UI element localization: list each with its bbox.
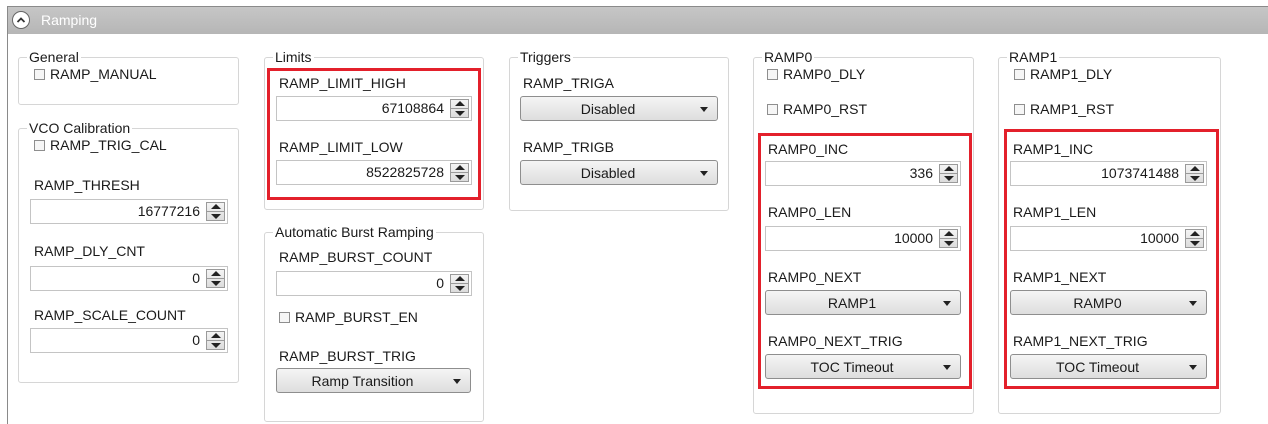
ramp1-rst-label: RAMP1_RST [1030,101,1115,117]
ramp-trig-cal-checkbox[interactable]: RAMP_TRIG_CAL [34,137,167,153]
panel-header: Ramping [8,7,1268,34]
ramp-dly-cnt-label: RAMP_DLY_CNT [34,243,145,259]
ramp0-dly-checkbox[interactable]: RAMP0_DLY [767,66,865,82]
checkbox-box[interactable] [767,68,778,80]
ramp-scale-count-value: 0 [192,332,200,348]
ramp-triga-label: RAMP_TRIGA [523,75,615,91]
ramp-burst-count-label: RAMP_BURST_COUNT [279,249,433,265]
chevron-down-icon [453,379,461,384]
ramp-burst-en-checkbox[interactable]: RAMP_BURST_EN [279,309,418,325]
highlight-box-limits [267,68,481,200]
ramp-thresh-value: 16777216 [137,203,200,219]
spin-arrows-icon[interactable] [450,274,469,293]
chevron-down-icon [700,171,708,176]
checkbox-box[interactable] [279,311,290,323]
spin-arrows-icon[interactable] [206,331,225,350]
ramp1-legend: RAMP1 [1009,49,1058,65]
ramp0-dly-label: RAMP0_DLY [783,66,866,82]
ramp-manual-label: RAMP_MANUAL [50,66,157,82]
ramp-trigb-label: RAMP_TRIGB [523,139,615,155]
ramp-dly-cnt-value: 0 [192,270,200,286]
vco-calibration-legend: VCO Calibration [29,120,131,136]
ramp-trigb-value: Disabled [580,165,636,181]
ramp0-rst-label: RAMP0_RST [783,101,868,117]
checkbox-box[interactable] [1014,68,1025,80]
ramp0-legend: RAMP0 [764,49,813,65]
spin-arrows-icon[interactable] [206,269,225,288]
ramp-burst-count-value: 0 [436,275,444,291]
ramp-thresh-label: RAMP_THRESH [34,177,140,193]
ramp-scale-count-label: RAMP_SCALE_COUNT [34,307,186,323]
highlight-box-ramp0 [758,133,972,389]
spin-arrows-icon[interactable] [206,202,225,221]
limits-legend: Limits [275,49,312,65]
checkbox-box[interactable] [767,103,778,115]
ramp-triga-dropdown[interactable]: Disabled [520,96,718,121]
ramp1-rst-checkbox[interactable]: RAMP1_RST [1014,101,1114,117]
ramp-burst-trig-value: Ramp Transition [311,373,414,389]
chevron-down-icon [700,107,708,112]
general-legend: General [29,49,79,65]
triggers-legend: Triggers [520,49,571,65]
ramp-manual-checkbox[interactable]: RAMP_MANUAL [34,66,157,82]
panel-title: Ramping [41,12,98,28]
ramp-scale-count-spinbox[interactable]: 0 [30,328,228,353]
ramp-burst-trig-dropdown[interactable]: Ramp Transition [276,368,471,393]
ramp1-dly-label: RAMP1_DLY [1030,66,1113,82]
ramp-burst-trig-label: RAMP_BURST_TRIG [279,348,416,364]
ramp-trig-cal-label: RAMP_TRIG_CAL [50,137,167,153]
collapse-icon[interactable] [12,11,30,29]
checkbox-box[interactable] [34,68,45,80]
ramp-thresh-spinbox[interactable]: 16777216 [30,199,228,224]
ramp-dly-cnt-spinbox[interactable]: 0 [30,266,228,291]
ramp-burst-count-spinbox[interactable]: 0 [276,271,472,296]
ramp1-dly-checkbox[interactable]: RAMP1_DLY [1014,66,1112,82]
checkbox-box[interactable] [34,139,45,151]
ramp0-rst-checkbox[interactable]: RAMP0_RST [767,101,867,117]
checkbox-box[interactable] [1014,103,1025,115]
ramp-trigb-dropdown[interactable]: Disabled [520,160,718,185]
ramp-burst-en-label: RAMP_BURST_EN [295,309,418,325]
highlight-box-ramp1 [1004,129,1219,389]
burst-ramping-legend: Automatic Burst Ramping [275,224,434,240]
ramp-triga-value: Disabled [580,101,636,117]
